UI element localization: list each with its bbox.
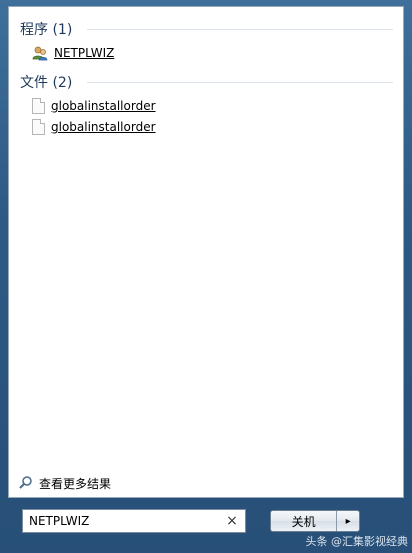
result-item-label: globalinstallorder [51,120,156,134]
document-icon [32,98,45,114]
search-icon [19,475,33,492]
clear-icon[interactable]: × [225,513,239,529]
result-item-netplwiz[interactable]: NETPLWIZ [32,44,114,62]
users-icon [32,45,48,61]
search-results-panel: 程序 (1) NETPLWIZ 文件 (2) globalinstallorde… [8,6,404,498]
document-icon [32,119,45,135]
see-more-results-link[interactable]: 查看更多结果 [19,475,111,492]
section-title-programs: 程序 (1) [20,22,73,38]
section-divider [87,29,393,30]
search-field[interactable]: × [22,509,246,533]
section-title-files: 文件 (2) [20,75,73,91]
shutdown-button[interactable]: 关机 [271,511,338,531]
see-more-results-label: 查看更多结果 [39,477,112,491]
search-input[interactable] [29,514,219,528]
shutdown-options-arrow-icon[interactable]: ▸ [337,511,359,531]
result-item-label: NETPLWIZ [54,46,115,60]
shutdown-button-group: 关机 ▸ [270,510,360,532]
section-divider [87,82,393,83]
watermark-text: 头条 @汇集影视经典 [305,535,409,548]
result-item-file-2[interactable]: globalinstallorder [32,118,156,136]
result-item-file-1[interactable]: globalinstallorder [32,97,156,115]
result-item-label: globalinstallorder [51,99,156,113]
